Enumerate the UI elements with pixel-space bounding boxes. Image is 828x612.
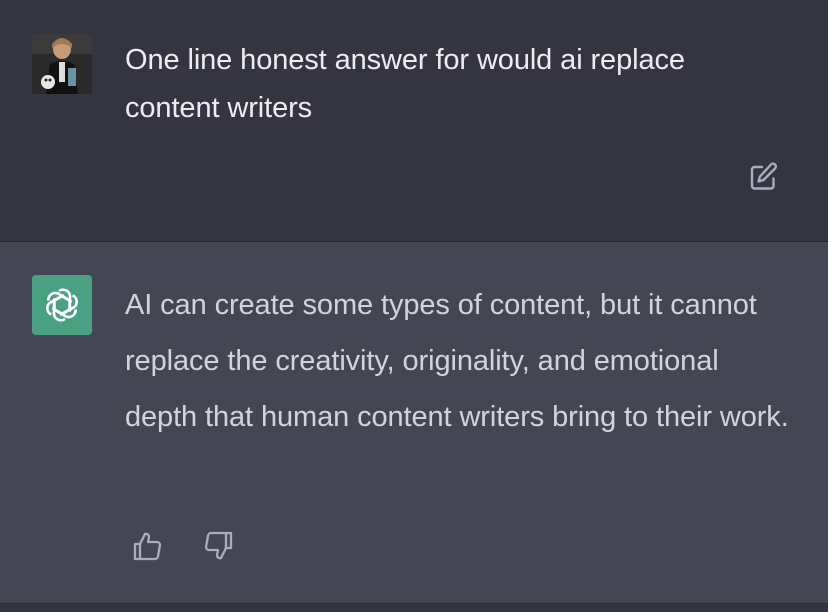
- bottom-divider: [0, 604, 828, 612]
- assistant-message-text: AI can create some types of content, but…: [125, 289, 789, 433]
- thumbs-down-icon: [204, 531, 233, 560]
- openai-logo-icon: [46, 288, 78, 322]
- edit-message-button[interactable]: [746, 160, 780, 194]
- user-message-text: One line honest answer for would ai repl…: [125, 44, 685, 124]
- user-message-row: One line honest answer for would ai repl…: [0, 0, 828, 242]
- assistant-message-row: AI can create some types of content, but…: [0, 242, 828, 604]
- edit-icon: [750, 162, 778, 190]
- thumbs-up-icon: [133, 532, 162, 561]
- thumbs-up-button[interactable]: [131, 530, 163, 562]
- user-avatar: [32, 34, 92, 94]
- user-photo-avatar: [32, 34, 92, 94]
- thumbs-down-button[interactable]: [203, 530, 235, 562]
- assistant-avatar: [32, 275, 92, 335]
